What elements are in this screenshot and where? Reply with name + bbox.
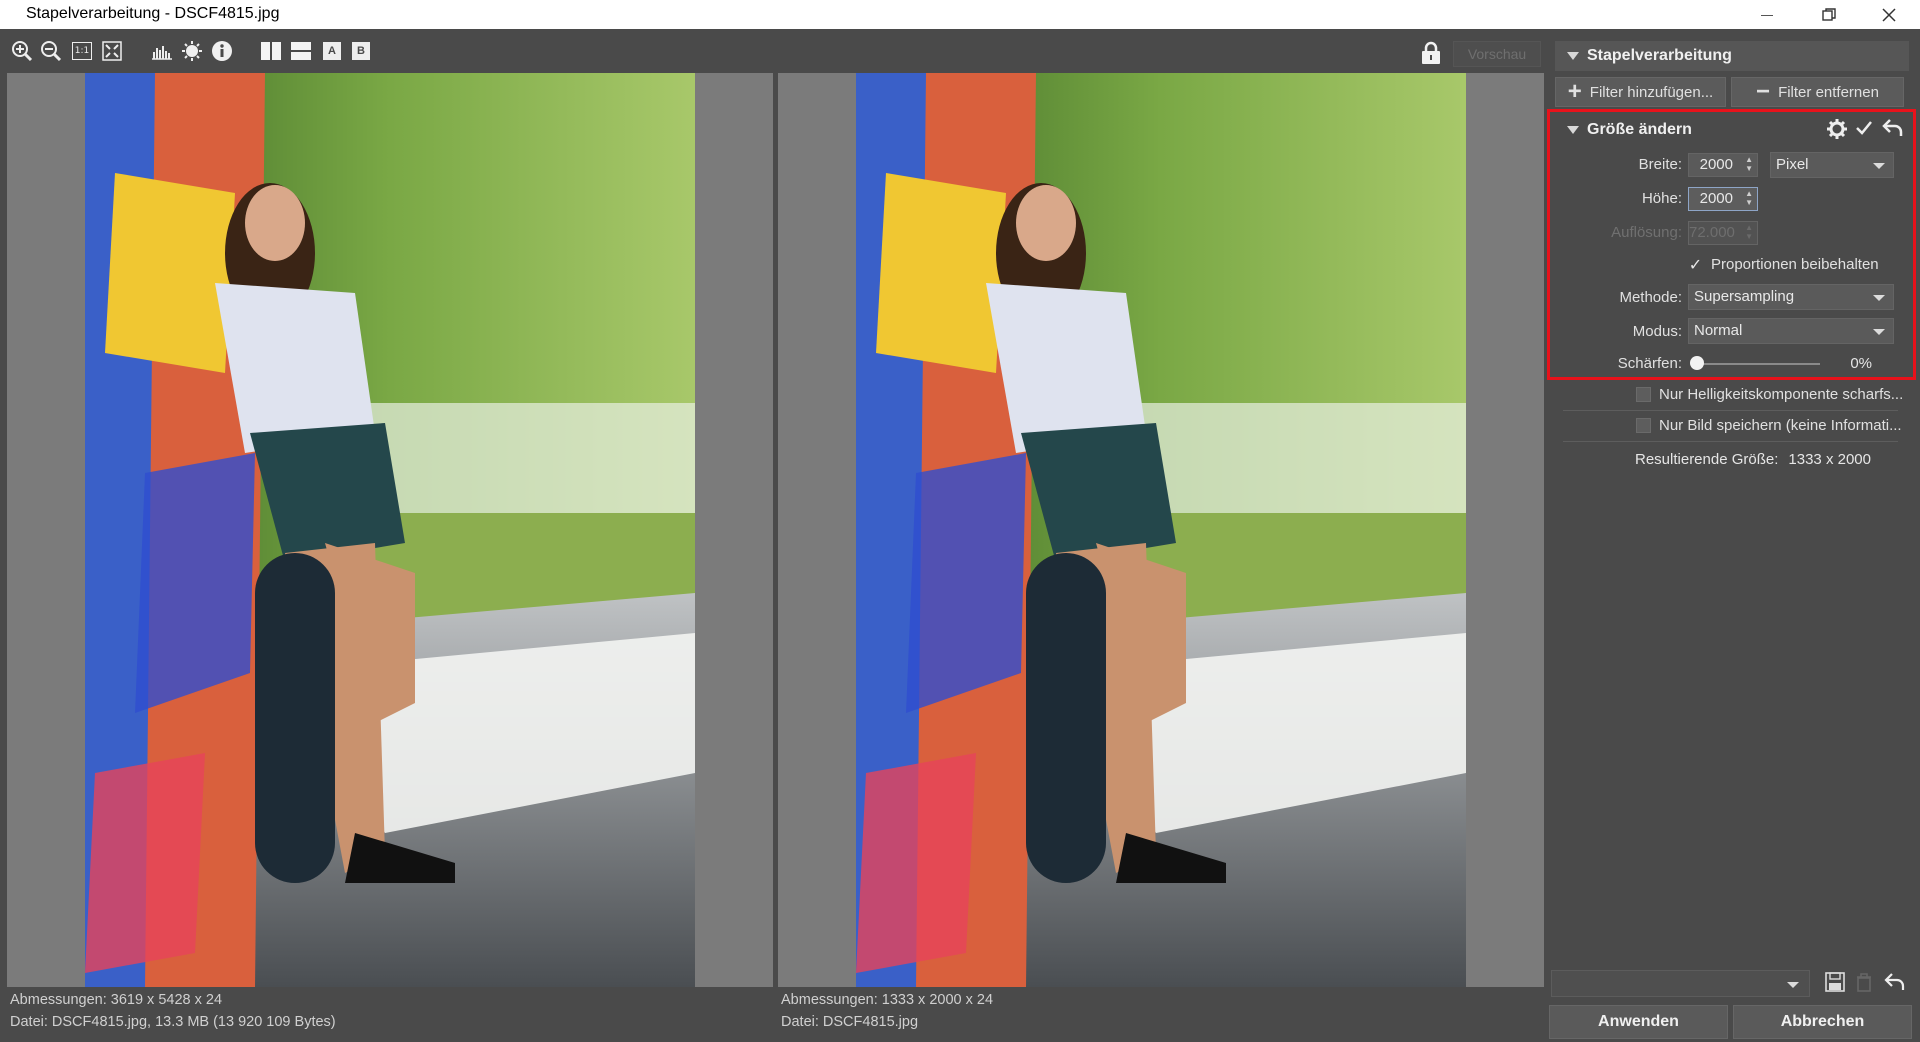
preview-file-info: Datei: DSCF4815.jpg [781,1014,919,1030]
resize-filter-title: Größe ändern [1587,121,1692,138]
lock-icon[interactable] [1420,41,1442,65]
view-b-icon[interactable]: B [349,39,373,63]
split-horizontal-icon[interactable] [289,39,313,63]
keep-proportions-checkbox[interactable]: ✓ Proportionen beibehalten [1688,256,1879,274]
width-label: Breite: [1638,156,1682,173]
window-title: Stapelverarbeitung - DSCF4815.jpg [26,5,280,22]
preview-status: Abmessungen: 1333 x 2000 x 24 Datei: DSC… [778,989,1544,1042]
mode-value: Normal [1694,322,1743,339]
original-status: Abmessungen: 3619 x 5428 x 24 Datei: DSC… [7,989,773,1042]
minimize-icon [1761,14,1773,16]
sharpen-slider-handle[interactable] [1690,356,1704,370]
height-value: 2000 [1699,190,1733,207]
undo-icon[interactable] [1884,972,1906,996]
resolution-label: Auflösung: [1611,224,1682,241]
unit-select[interactable]: Pixel [1770,152,1894,178]
width-input[interactable]: 2000 ▲ ▼ [1688,153,1758,177]
zoom-in-icon[interactable] [10,39,34,63]
resolution-input: 72.000 ▲ ▼ [1688,221,1758,245]
divider [1563,410,1898,411]
width-value: 2000 [1699,156,1733,173]
gear-icon[interactable] [1826,118,1848,144]
minus-icon: − [1756,78,1771,105]
undo-icon[interactable] [1882,118,1904,142]
mode-select[interactable]: Normal [1688,318,1894,344]
keep-proportions-label: Proportionen beibehalten [1711,256,1879,273]
chevron-down-icon [1873,163,1885,169]
add-filter-button[interactable]: + Filter hinzufügen... [1555,77,1726,107]
preview-button[interactable]: Vorschau [1453,41,1541,67]
resolution-value: 72.000 [1689,224,1735,241]
close-icon [1882,7,1896,22]
histogram-icon[interactable] [150,39,174,63]
method-value: Supersampling [1694,288,1795,305]
checkmark-icon: ✓ [1688,256,1703,274]
chevron-down-icon [1873,295,1885,301]
exposure-icon[interactable] [180,39,204,63]
batch-panel-header[interactable]: Stapelverarbeitung [1555,41,1909,71]
preview-image-pane[interactable] [778,73,1544,987]
preset-select[interactable] [1551,970,1810,997]
zoom-out-icon[interactable] [39,39,63,63]
collapse-arrow-icon[interactable] [1567,126,1579,134]
only-image-checkbox[interactable]: Nur Bild speichern (keine Informati... [1636,417,1902,434]
minimize-button[interactable] [1738,0,1796,29]
batch-panel-title: Stapelverarbeitung [1587,47,1732,64]
height-label: Höhe: [1641,190,1682,207]
divider [1563,441,1898,442]
spin-arrows-icon[interactable]: ▲ ▼ [1745,189,1753,207]
result-size-value: 1333 x 2000 [1788,451,1871,468]
info-icon[interactable] [210,39,234,63]
height-input[interactable]: 2000 ▲ ▼ [1688,187,1758,211]
sharpen-slider-track[interactable] [1695,363,1820,365]
sharpen-value: 0% [1850,355,1872,372]
zoom-1-1-icon[interactable]: 1:1 [70,39,94,63]
fit-to-screen-icon[interactable] [100,39,124,63]
original-photo [85,73,695,987]
chevron-down-icon [1787,982,1799,988]
spin-arrows-icon: ▲ ▼ [1745,223,1753,241]
save-icon[interactable] [1825,972,1845,996]
checkmark-icon[interactable] [1855,119,1873,141]
original-file-info: Datei: DSCF4815.jpg, 13.3 MB (13 920 109… [10,1014,336,1030]
split-vertical-icon[interactable] [259,39,283,63]
preview-photo [856,73,1466,987]
original-dimensions: Abmessungen: 3619 x 5428 x 24 [10,992,223,1008]
remove-filter-label: Filter entfernen [1778,83,1879,101]
spin-arrows-icon[interactable]: ▲ ▼ [1745,155,1753,173]
result-size: Resultierende Größe: 1333 x 2000 [1635,451,1871,468]
view-a-icon[interactable]: A [320,39,344,63]
chevron-down-icon [1873,329,1885,335]
mode-label: Modus: [1632,323,1682,340]
trash-icon[interactable] [1855,972,1873,996]
preview-dimensions: Abmessungen: 1333 x 2000 x 24 [781,992,994,1008]
original-image-pane[interactable] [7,73,773,987]
result-size-label: Resultierende Größe: [1635,451,1779,468]
toolbar: 1:1 A B [0,29,1546,73]
add-filter-label: Filter hinzufügen... [1589,83,1714,101]
method-label: Methode: [1619,289,1682,306]
unit-value: Pixel [1776,156,1809,173]
apply-button[interactable]: Anwenden [1549,1005,1728,1039]
only-luminance-checkbox[interactable]: Nur Helligkeitskomponente scharfs... [1636,386,1903,403]
only-image-label: Nur Bild speichern (keine Informati... [1659,417,1902,434]
checkbox-box [1636,387,1651,402]
remove-filter-button[interactable]: − Filter entfernen [1731,77,1904,107]
close-button[interactable] [1860,0,1918,29]
collapse-arrow-icon[interactable] [1567,52,1579,60]
title-bar: Stapelverarbeitung - DSCF4815.jpg [0,0,1920,29]
cancel-button[interactable]: Abbrechen [1733,1005,1912,1039]
restore-button[interactable] [1800,0,1858,29]
plus-icon: + [1567,78,1582,105]
sharpen-label: Schärfen: [1617,355,1682,372]
only-luminance-label: Nur Helligkeitskomponente scharfs... [1659,386,1904,403]
method-select[interactable]: Supersampling [1688,284,1894,310]
checkbox-box [1636,418,1651,433]
restore-icon [1822,7,1836,21]
